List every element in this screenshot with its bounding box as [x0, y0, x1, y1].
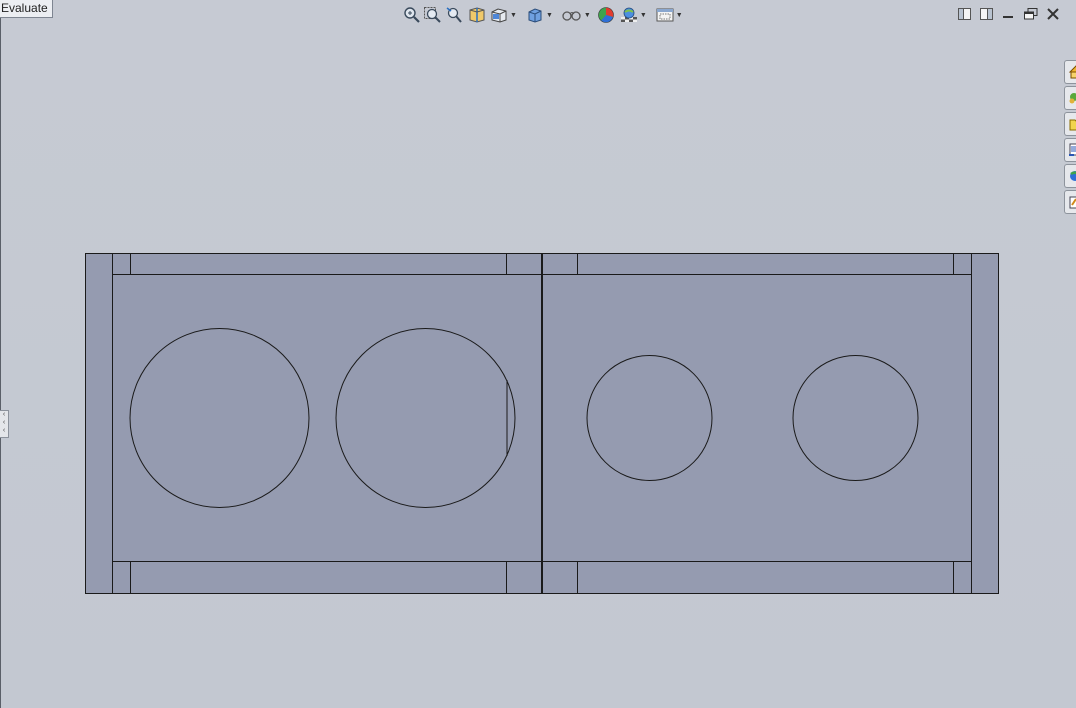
graphics-area[interactable]	[0, 0, 1076, 708]
left-end-plate[interactable]	[85, 253, 113, 594]
right-end-plate[interactable]	[971, 253, 999, 594]
left-face[interactable]	[112, 274, 542, 562]
right-face[interactable]	[541, 274, 972, 562]
